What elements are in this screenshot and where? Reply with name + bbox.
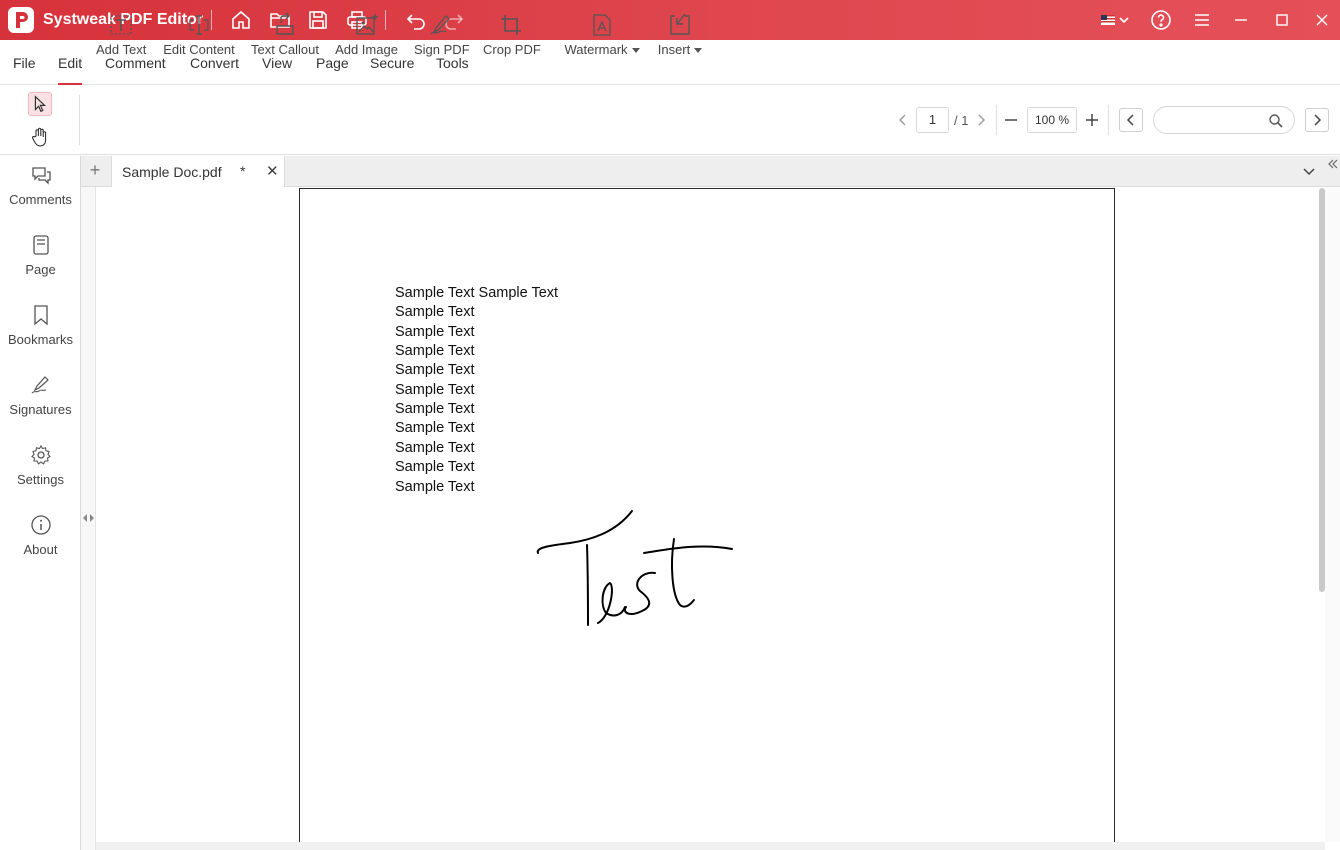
add-image-button[interactable]: Add Image bbox=[335, 12, 398, 64]
doc-text-line[interactable]: Sample Text bbox=[395, 420, 475, 436]
chevron-left-icon bbox=[899, 114, 906, 126]
sidebar-item-settings[interactable]: Settings bbox=[0, 444, 81, 487]
search-next-button[interactable] bbox=[1305, 108, 1329, 132]
add-text-icon bbox=[110, 15, 132, 35]
document-viewport[interactable]: Sample Text Sample Text Sample Text Samp… bbox=[96, 188, 1325, 842]
sidebar-resize-handle[interactable] bbox=[81, 156, 96, 850]
text-callout-button[interactable]: Text Callout bbox=[251, 12, 319, 64]
crop-icon bbox=[500, 15, 521, 35]
zoom-in-button[interactable] bbox=[1084, 110, 1100, 130]
sign-pdf-icon bbox=[430, 15, 450, 35]
page-icon bbox=[32, 235, 49, 255]
watermark-icon bbox=[593, 14, 611, 36]
signature-icon bbox=[31, 376, 49, 394]
dropdown-caret-icon bbox=[694, 48, 703, 54]
zoom-input[interactable]: 100 % bbox=[1027, 107, 1077, 133]
page-number-input[interactable]: 1 bbox=[916, 107, 949, 133]
doc-text-line[interactable]: Sample Text bbox=[395, 401, 475, 417]
search-icon bbox=[1269, 114, 1283, 128]
insert-icon bbox=[670, 13, 690, 35]
dropdown-caret-icon bbox=[631, 48, 640, 54]
prev-page-button[interactable] bbox=[895, 110, 911, 130]
hand-tool-button[interactable] bbox=[28, 126, 52, 148]
hamburger-menu-icon[interactable] bbox=[1191, 9, 1213, 31]
doc-text-line[interactable]: Sample Text bbox=[395, 459, 475, 475]
doc-text-line[interactable]: Sample Text bbox=[395, 304, 475, 320]
resize-arrows-icon bbox=[83, 514, 94, 522]
doc-text-line[interactable]: Sample Text bbox=[395, 343, 475, 359]
zoom-out-button[interactable] bbox=[1003, 110, 1019, 130]
sign-pdf-button[interactable]: Sign PDF bbox=[414, 12, 470, 64]
us-flag-icon bbox=[1101, 15, 1115, 25]
tabs-dropdown-button[interactable] bbox=[1301, 163, 1317, 179]
add-image-icon bbox=[355, 14, 378, 35]
next-page-button[interactable] bbox=[973, 110, 989, 130]
minus-icon bbox=[1005, 119, 1017, 121]
insert-button[interactable]: Insert bbox=[656, 12, 704, 64]
chevron-left-icon bbox=[1126, 114, 1134, 126]
menu-edit[interactable]: Edit bbox=[58, 55, 82, 71]
edit-content-icon bbox=[189, 15, 209, 35]
app-logo-icon bbox=[8, 7, 34, 33]
pdf-page[interactable]: Sample Text Sample Text Sample Text Samp… bbox=[299, 188, 1115, 842]
doc-text-line[interactable]: Sample Text bbox=[395, 362, 475, 378]
chevron-down-icon bbox=[1303, 168, 1315, 176]
hand-icon bbox=[32, 127, 47, 147]
crop-pdf-button[interactable]: Crop PDF bbox=[483, 12, 541, 64]
sidebar-item-bookmarks[interactable]: Bookmarks bbox=[0, 304, 81, 347]
close-icon[interactable] bbox=[1311, 9, 1333, 31]
unsaved-indicator: * bbox=[240, 163, 246, 179]
sidebar-item-signatures[interactable]: Signatures bbox=[0, 374, 81, 417]
horizontal-scrollbar[interactable] bbox=[96, 842, 1325, 850]
search-input[interactable] bbox=[1153, 106, 1295, 134]
search-prev-button[interactable] bbox=[1119, 108, 1143, 132]
comments-icon bbox=[31, 167, 51, 185]
watermark-button[interactable]: Watermark bbox=[563, 12, 641, 64]
gear-icon bbox=[30, 444, 51, 465]
tab-title: Sample Doc.pdf bbox=[122, 164, 222, 180]
tab-sample-doc[interactable]: Sample Doc.pdf * ✕ bbox=[111, 156, 285, 187]
info-icon bbox=[30, 515, 51, 535]
doc-text-line[interactable]: Sample Text bbox=[395, 382, 475, 398]
doc-text-line[interactable]: Sample Text bbox=[395, 440, 475, 456]
chevron-right-icon bbox=[978, 114, 985, 126]
menu-file[interactable]: File bbox=[13, 55, 36, 71]
tab-close-button[interactable]: ✕ bbox=[266, 162, 279, 180]
sidebar-item-page[interactable]: Page bbox=[0, 234, 81, 277]
text-callout-icon bbox=[276, 12, 294, 35]
toolbar-separator bbox=[996, 105, 997, 135]
plus-icon bbox=[1086, 114, 1098, 126]
cursor-arrow-icon bbox=[34, 95, 47, 113]
toolbar-separator bbox=[1108, 105, 1109, 135]
select-tool-button[interactable] bbox=[28, 92, 52, 116]
handwritten-signature[interactable] bbox=[530, 505, 740, 635]
vertical-scrollbar[interactable] bbox=[1325, 188, 1340, 842]
minimize-icon[interactable] bbox=[1230, 9, 1252, 31]
new-tab-button[interactable]: + bbox=[87, 160, 103, 180]
edit-content-button[interactable]: Edit Content bbox=[163, 12, 235, 64]
maximize-icon[interactable] bbox=[1271, 9, 1293, 31]
bookmark-icon bbox=[33, 305, 48, 326]
doc-text-line[interactable]: Sample Text Sample Text bbox=[395, 285, 558, 301]
doc-text-line[interactable]: Sample Text bbox=[395, 324, 475, 340]
page-total: / 1 bbox=[954, 113, 969, 128]
left-sidebar: Comments Page Bookmarks Signatures Setti… bbox=[0, 156, 81, 850]
toolbar-separator bbox=[79, 95, 80, 145]
sidebar-item-about[interactable]: About bbox=[0, 514, 81, 557]
doc-text-line[interactable]: Sample Text bbox=[395, 479, 475, 495]
chevron-right-icon bbox=[1314, 114, 1322, 126]
chevron-down-icon bbox=[1119, 17, 1129, 24]
vertical-scrollbar-thumb[interactable] bbox=[1319, 188, 1325, 592]
double-chevron-left-icon bbox=[1328, 159, 1338, 169]
right-panel-toggle[interactable] bbox=[1325, 156, 1340, 174]
language-selector[interactable] bbox=[1099, 9, 1133, 31]
sidebar-item-comments[interactable]: Comments bbox=[0, 164, 81, 207]
help-icon[interactable] bbox=[1150, 9, 1172, 31]
add-text-button[interactable]: Add Text bbox=[96, 12, 146, 64]
